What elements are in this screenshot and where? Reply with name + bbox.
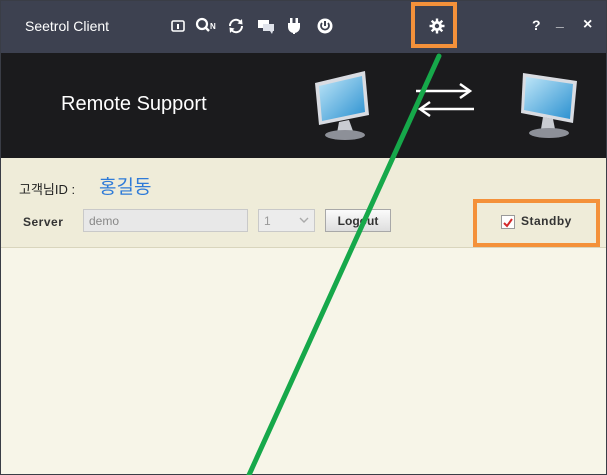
search-n-icon[interactable]: N <box>194 15 220 37</box>
session-number-value: 1 <box>264 214 271 228</box>
server-input[interactable] <box>83 209 248 232</box>
chat-icon[interactable] <box>255 15 277 37</box>
standby-label: Standby <box>521 214 572 228</box>
power-icon[interactable] <box>314 15 336 37</box>
chevron-down-icon <box>299 217 309 223</box>
connection-info-panel: 고객님ID : 홍길동 Server 1 Logout Standby <box>1 158 606 248</box>
gear-icon[interactable] <box>426 15 448 37</box>
plug-icon[interactable] <box>283 15 305 37</box>
banner-title: Remote Support <box>61 93 207 115</box>
transfer-arrows-icon <box>416 82 474 118</box>
standby-checkbox[interactable] <box>501 215 515 229</box>
session-list-area <box>1 249 606 474</box>
help-button[interactable]: ? <box>532 17 541 33</box>
logout-button[interactable]: Logout <box>325 209 391 232</box>
title-bar: Seetrol Client N ? _ × <box>1 1 606 53</box>
monitor-icon <box>315 71 369 140</box>
refresh-icon[interactable] <box>225 15 247 37</box>
seetrol-client-window: Seetrol Client N ? _ × Remote Support 고객… <box>0 0 607 475</box>
customer-id-value: 홍길동 <box>99 177 152 198</box>
minimize-button[interactable]: _ <box>556 13 564 29</box>
close-button[interactable]: × <box>583 16 592 34</box>
customer-id-label: 고객님ID : <box>19 182 76 197</box>
checkmark-icon <box>503 218 513 228</box>
svg-text:N: N <box>210 22 216 31</box>
monitor-icon <box>521 73 577 138</box>
info-icon[interactable] <box>167 15 189 37</box>
session-number-select[interactable]: 1 <box>258 209 315 232</box>
banner: Remote Support <box>1 53 606 158</box>
app-title: Seetrol Client <box>25 18 110 34</box>
server-label: Server <box>23 215 64 229</box>
